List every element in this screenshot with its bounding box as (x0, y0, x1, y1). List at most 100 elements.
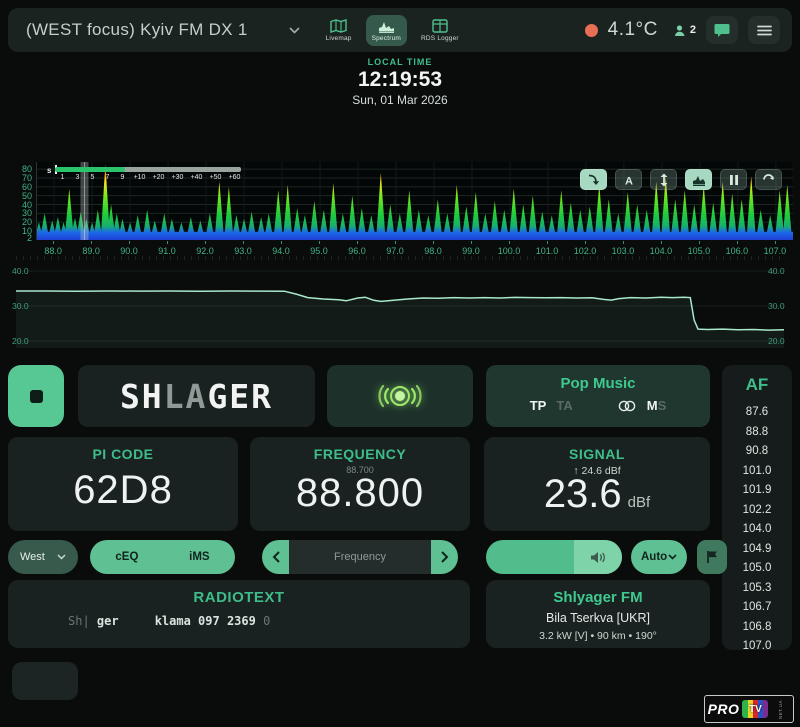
nav-rds-logger[interactable]: RDS Logger (415, 15, 465, 46)
signal-panel: SIGNAL ↑ 24.6 dBf 23.6 dBf (484, 437, 710, 531)
spectrum-x-tickmark (281, 241, 283, 244)
af-frequency[interactable]: 101.0 (722, 462, 792, 482)
stereo-indicator-panel (327, 365, 473, 427)
letter-a-icon: A (625, 175, 633, 186)
spectrum-x-tick: 96.0 (348, 246, 366, 256)
watermark-pro-text: PRO (707, 701, 740, 717)
spectrum-x-tick: 104.0 (649, 246, 673, 256)
nav-spectrum-label: Spectrum (371, 34, 401, 42)
frequency-value: 88.800 (295, 471, 425, 515)
ims-toggle[interactable]: iMS (189, 551, 209, 563)
af-list: 87.6 88.8 90.8 101.0 101.9 102.2 104.0 104.9 105… (722, 403, 792, 657)
scan-down-button[interactable] (580, 169, 607, 190)
radiotext-header: RADIOTEXT (193, 589, 285, 606)
af-frequency[interactable]: 104.9 (722, 540, 792, 560)
slider-tick-label: +40 (190, 174, 203, 181)
spectrum-x-tickmark (508, 241, 510, 244)
frequency-panel: FREQUENCY 88.700 88.800 (250, 437, 470, 531)
af-frequency[interactable]: 87.6 (722, 403, 792, 423)
af-frequency[interactable]: 104.0 (722, 520, 792, 540)
rds-flags: TP TA MS (486, 398, 710, 413)
chevron-down-icon[interactable] (289, 21, 300, 39)
refresh-button[interactable] (755, 169, 782, 190)
server-title[interactable]: (WEST focus) Kyiv FM DX 1 (26, 20, 248, 40)
signal-history-graph: 40.0 40.0 30.0 30.0 20.0 20.0 (0, 256, 800, 354)
chevron-right-icon (440, 551, 448, 563)
station-name[interactable]: Shlyager FM (486, 589, 710, 606)
flag-button[interactable] (697, 540, 727, 574)
preset-button[interactable] (12, 662, 78, 700)
auto-mode-select[interactable]: Auto (631, 540, 687, 574)
spectrum-x-tick: 91.0 (158, 246, 176, 256)
af-frequency[interactable]: 105.3 (722, 579, 792, 599)
af-frequency[interactable]: 106.8 (722, 618, 792, 638)
signal-header: SIGNAL (569, 446, 625, 462)
signal-graph-y-tick: 20.0 (768, 336, 785, 346)
ta-flag: TA (556, 398, 573, 413)
slider-tick-label: +60 (228, 174, 241, 181)
af-frequency[interactable]: 105.0 (722, 559, 792, 579)
pause-button[interactable] (720, 169, 747, 190)
auto-scan-button[interactable]: A (615, 169, 642, 190)
playback-toggle-button[interactable] (8, 365, 64, 427)
ceq-toggle[interactable]: cEQ (115, 551, 138, 563)
table-icon (432, 18, 448, 33)
volume-handle[interactable] (574, 540, 622, 574)
signal-history-canvas (16, 270, 785, 348)
signal-graph-y-tick: 40.0 (768, 266, 785, 276)
menu-button[interactable] (748, 16, 780, 44)
ms-flag: MS (646, 398, 667, 413)
svg-text:A: A (625, 175, 633, 186)
pi-code-value: 62D8 (73, 468, 173, 512)
af-frequency[interactable]: 107.0 (722, 637, 792, 657)
user-icon (674, 24, 685, 36)
flag-icon (707, 551, 717, 563)
volume-slider[interactable] (486, 540, 622, 574)
tp-flag: TP (529, 398, 547, 413)
slider-tick-label: 3 (75, 174, 80, 181)
fmdx-app: (WEST focus) Kyiv FM DX 1 Livemap Spectr… (0, 0, 800, 727)
radiotext-segment: 0 (263, 614, 271, 628)
slider-prefix: s (47, 166, 52, 175)
spectrum-plot[interactable]: s 1 3 5 7 9 +10 +20 +30 +40 +50 +60 A (34, 162, 793, 240)
spectrum-x-tick: 88.0 (44, 246, 62, 256)
radiotext-panel: RADIOTEXT Sh| ger klama 097 2369 0 (8, 580, 470, 648)
af-frequency[interactable]: 102.2 (722, 501, 792, 521)
spectrum-scan-slider[interactable]: s (47, 165, 242, 175)
map-icon (330, 18, 347, 33)
spectrum-x-tick: 105.0 (687, 246, 711, 256)
stereo-circles-icon (618, 400, 636, 411)
spectrum-x-tick: 106.0 (725, 246, 749, 256)
antenna-select[interactable]: West (8, 540, 78, 574)
frequency-tuner (262, 540, 458, 574)
spectrum-toolbar: A (580, 169, 782, 190)
radiotext-line: Sh| ger klama 097 2369 0 (68, 614, 470, 628)
spectrum-x-tick: 92.0 (196, 246, 214, 256)
frequency-input[interactable] (289, 540, 431, 574)
af-frequency[interactable]: 88.8 (722, 423, 792, 443)
signal-graph-y-tick: 40.0 (12, 266, 29, 276)
af-frequency[interactable]: 106.7 (722, 598, 792, 618)
auto-mode-value: Auto (641, 551, 668, 563)
tune-up-button[interactable] (431, 540, 458, 574)
scale-toggle-button[interactable] (650, 169, 677, 190)
watermark-side-text: NET.UA (778, 699, 784, 719)
arrow-curve-down-icon (588, 174, 600, 185)
nav-livemap[interactable]: Livemap (320, 15, 358, 46)
af-frequency[interactable]: 101.9 (722, 481, 792, 501)
nav-spectrum[interactable]: Spectrum (365, 14, 407, 46)
spectrum-x-tickmark (129, 241, 131, 244)
pi-code-panel: PI CODE 62D8 (8, 437, 238, 531)
station-location: Bila Tserkva [UKR] (546, 611, 650, 625)
spectrum-x-tickmark (774, 241, 776, 244)
slider-track[interactable] (55, 165, 242, 174)
spectrum-x-tick: 103.0 (611, 246, 635, 256)
spectrum-view-button[interactable] (685, 169, 712, 190)
tune-down-button[interactable] (262, 540, 289, 574)
spectrum-analyzer: 80 70 60 50 40 30 20 10 2 s 1 3 5 7 9 +1… (0, 158, 800, 256)
protv-watermark: PRO TV NET.UA (704, 695, 794, 723)
clock-time: 12:19:53 (357, 68, 443, 91)
af-frequency[interactable]: 90.8 (722, 442, 792, 462)
spectrum-x-tick: 94.0 (272, 246, 290, 256)
chat-button[interactable] (706, 16, 738, 44)
